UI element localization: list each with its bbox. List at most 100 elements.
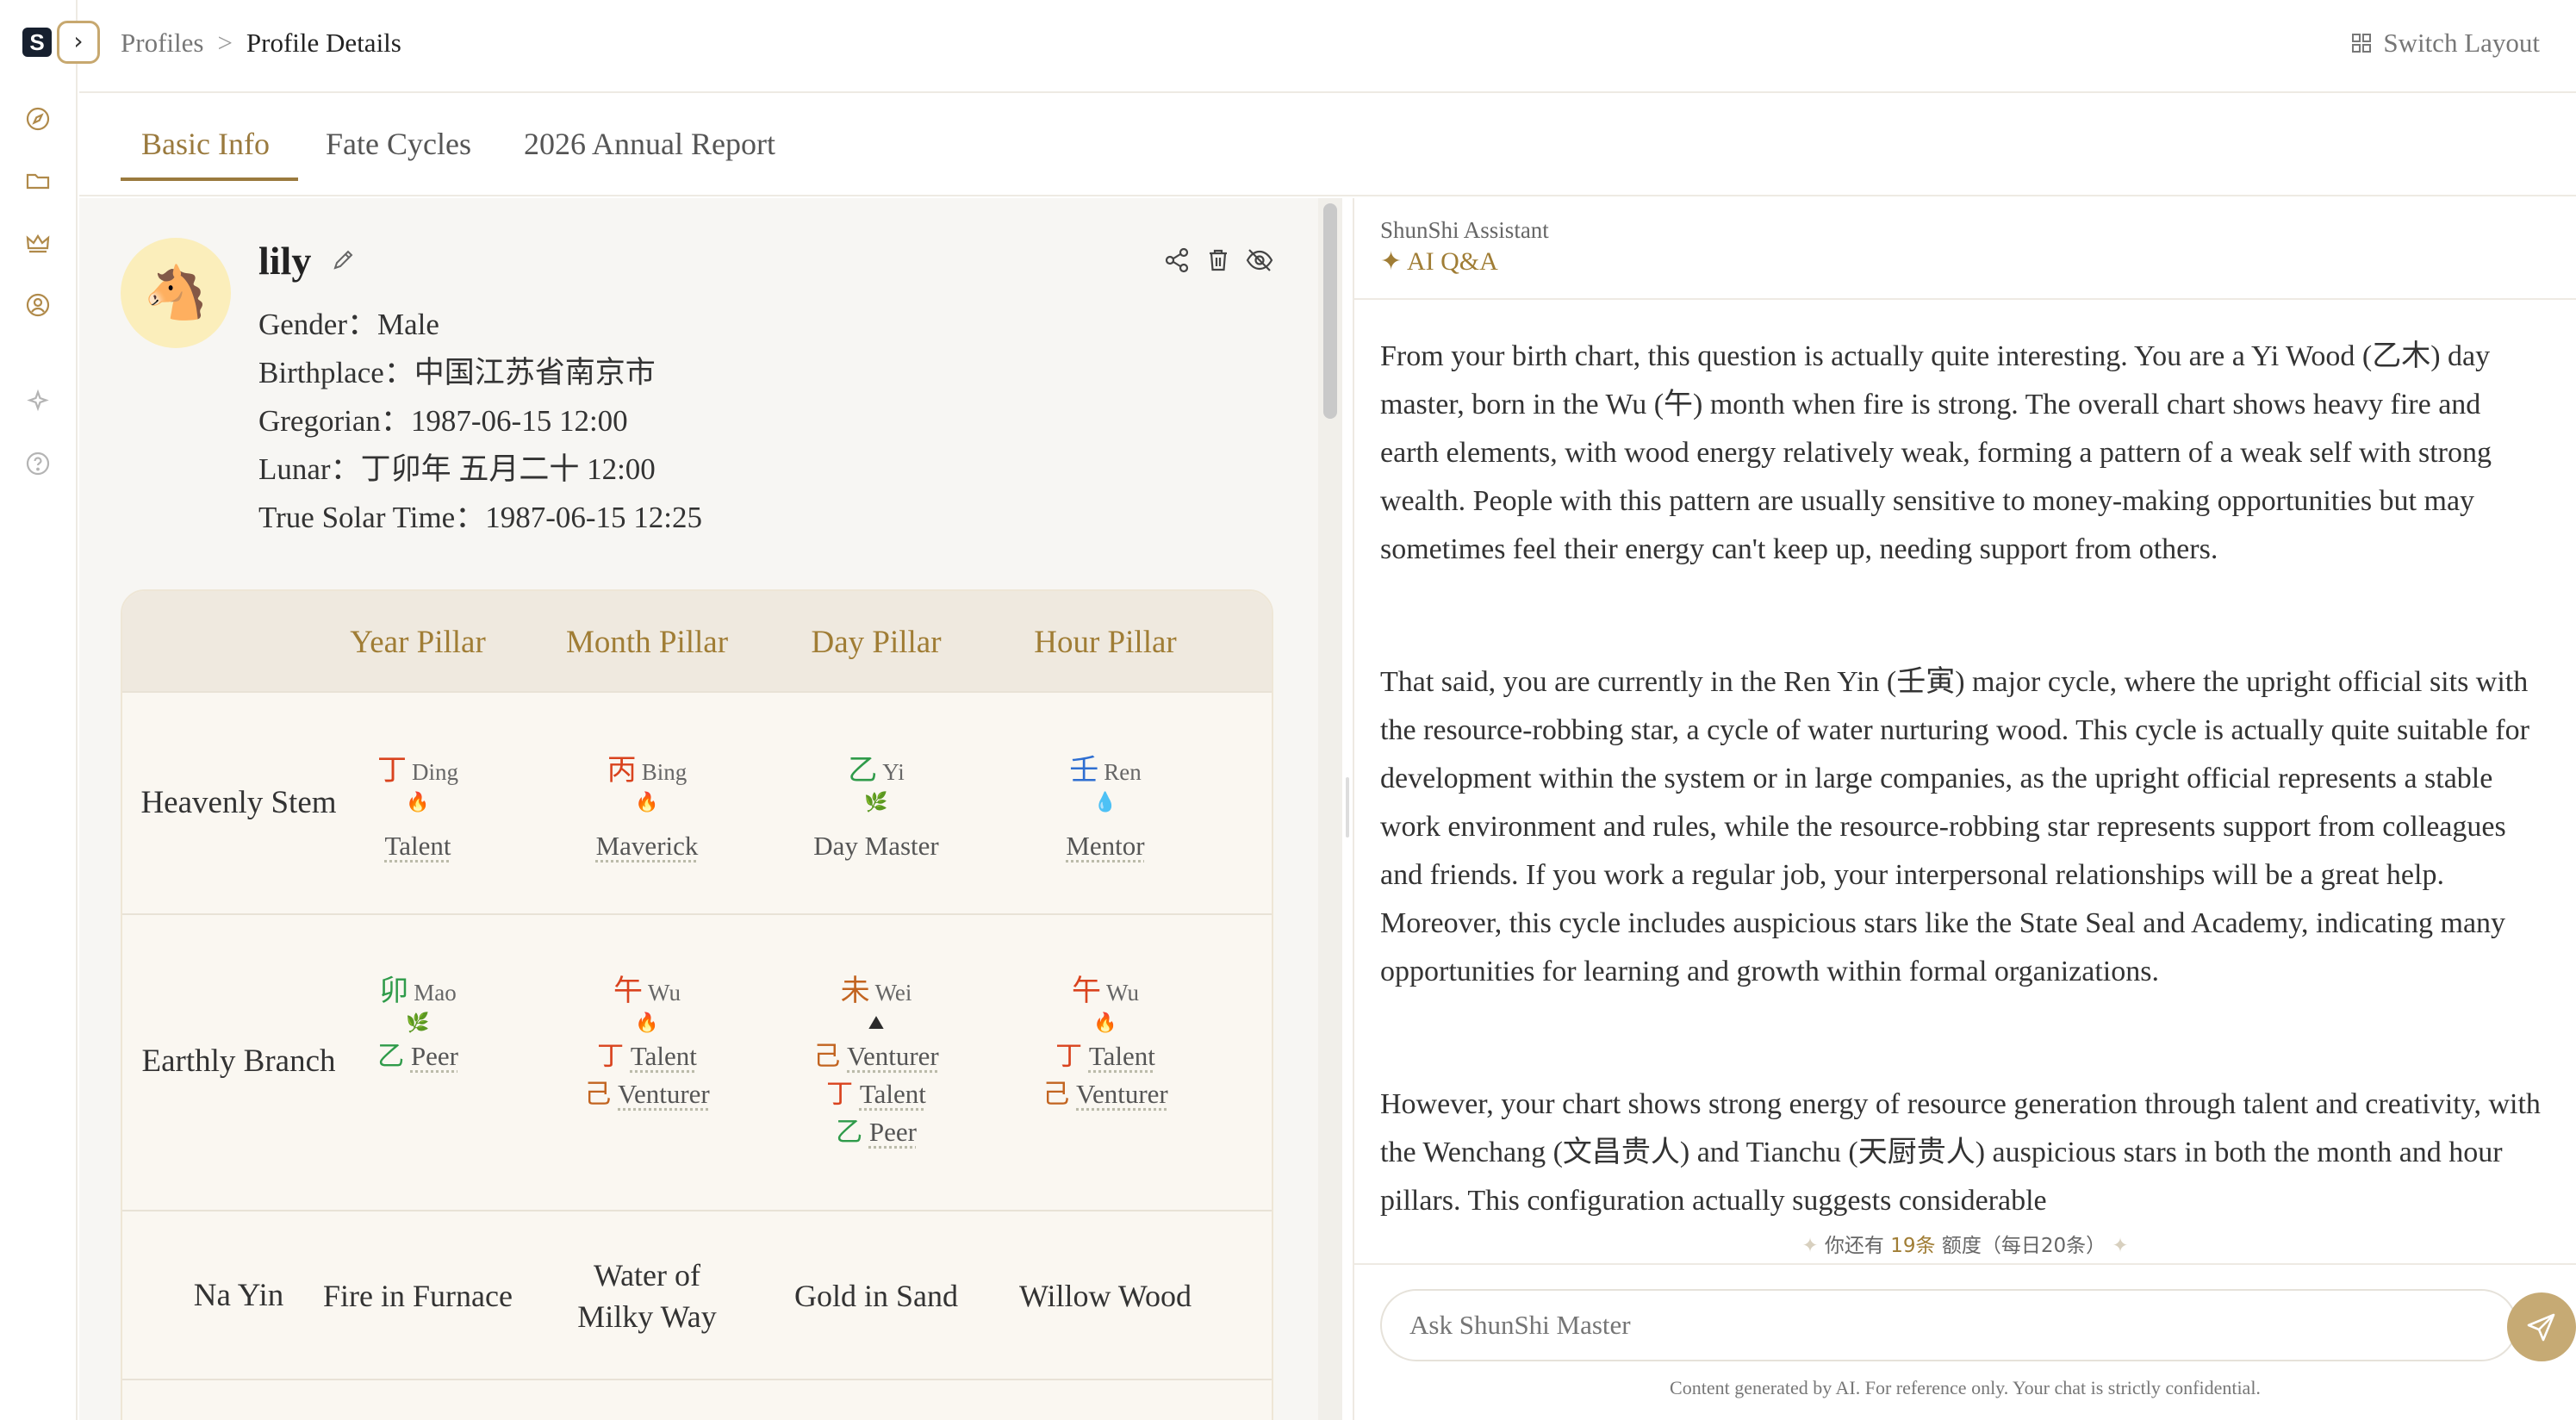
hidden-stem-god: Peer [868,1117,917,1147]
na-yin-row: Na Yin Fire in Furnace Water of Milky Wa… [122,1210,1272,1379]
breadcrumb-current: Profile Details [246,28,401,58]
ai-chat-panel: ShunShi Assistant ✦ AI Q&A From your bir… [1354,198,2576,1420]
switch-layout-button[interactable]: Switch Layout [2350,28,2540,59]
stem-char: 丁 [377,755,407,787]
breadcrumb-separator: > [217,28,233,58]
crown-icon[interactable] [24,229,52,257]
left-rail: S [0,0,78,1420]
profile-true-solar-time: True Solar Time：1987-06-15 12:25 [258,501,703,534]
branch-cell-hour[interactable]: 午 Wu 🔥 丁 Talent 己 Venturer [991,967,1220,1113]
fire-icon: 🔥 [1093,1012,1117,1034]
ten-god-label: Mentor [1066,831,1145,861]
hidden-stem-god: Venturer [847,1041,939,1071]
app-logo[interactable]: S [22,28,52,57]
chat-header: ShunShi Assistant ✦ AI Q&A [1354,198,2576,300]
user-circle-icon[interactable] [24,291,52,319]
edit-name-icon[interactable] [329,246,357,274]
avatar: 🐴 [121,238,231,348]
trash-icon[interactable] [1203,245,1234,276]
hidden-stem-god: Talent [859,1079,926,1109]
stem-char: 丙 [607,755,637,787]
ai-disclaimer: Content generated by AI. For reference o… [1670,1377,2261,1398]
send-button[interactable] [2507,1292,2576,1361]
expand-sidebar-button[interactable]: › [57,21,100,64]
stem-pinyin: Ren [1104,759,1142,785]
tab-bar: Basic Info Fate Cycles 2026 Annual Repor… [79,93,2576,196]
branch-char: 未 [840,975,870,1007]
tab-annual-report[interactable]: 2026 Annual Report [524,126,775,162]
ten-god-label: Maverick [595,831,699,861]
hidden-stem-char: 丁 [826,1079,854,1109]
chat-input[interactable] [1380,1289,2517,1361]
hidden-stem-char: 乙 [377,1041,405,1071]
profile-gregorian: Gregorian：1987-06-15 12:00 [258,404,628,438]
branch-pinyin: Mao [414,980,457,1006]
share-icon[interactable] [1161,245,1192,276]
profile-gender: Gender：Male [258,308,439,341]
grid-icon [2352,34,2372,53]
fire-icon: 🔥 [635,1012,659,1034]
water-drop-icon: 💧 [1093,792,1117,813]
hour-pillar-header: Hour Pillar [1034,625,1177,660]
stem-cell-month[interactable]: 丙 Bing 🔥 Maverick [532,746,762,862]
switch-layout-label: Switch Layout [2383,28,2540,58]
fire-icon: 🔥 [406,792,430,813]
compass-icon[interactable] [24,105,52,133]
branch-pinyin: Wei [874,980,912,1006]
branch-cell-month[interactable]: 午 Wu 🔥 丁 Talent 己 Venturer [532,967,762,1113]
ten-god-label: Talent [384,831,451,861]
resize-grip[interactable] [1346,777,1349,838]
stem-pinyin: Yi [882,759,905,785]
scrollbar-thumb[interactable] [1323,203,1337,419]
leaf-icon: 🌿 [406,1012,430,1034]
chat-paragraph-3: However, your chart shows strong energy … [1380,1088,2541,1217]
left-panel-scrollbar[interactable] [1318,198,1342,1420]
branch-cell-year[interactable]: 卯 Mao 🌿 乙 Peer [303,967,532,1075]
eye-off-icon[interactable] [1244,245,1275,276]
top-header: Profiles > Profile Details Switch Layout [79,0,2576,93]
hidden-stem-char: 己 [1042,1079,1070,1109]
hidden-stem-god: Venturer [1076,1079,1168,1109]
branch-cell-day[interactable]: 未 Wei ⛰ 己 Venturer 丁 Talent 乙 Peer [762,967,991,1151]
tab-basic-info[interactable]: Basic Info [141,126,270,162]
chat-paragraph-1: From your birth chart, this question is … [1380,340,2492,565]
stem-pinyin: Bing [641,759,688,785]
nayin-hour: Willow Wood [1019,1279,1192,1313]
hidden-stem-char: 己 [813,1041,841,1071]
leaf-icon: 🌿 [864,792,888,813]
mountain-icon: ⛰ [868,1012,885,1034]
assistant-name: ShunShi Assistant [1380,217,1549,243]
breadcrumb: Profiles > Profile Details [121,28,401,59]
year-pillar-header: Year Pillar [350,625,486,660]
folder-icon[interactable] [24,167,52,195]
sparkle-icon[interactable] [24,388,52,415]
chat-paragraph-2: That said, you are currently in the Ren … [1380,666,2529,987]
nayin-day: Gold in Sand [793,1279,958,1313]
hidden-stem-god: Talent [1088,1041,1155,1071]
chat-divider [1354,1263,2576,1265]
help-icon[interactable] [24,450,52,477]
tab-fate-cycles[interactable]: Fate Cycles [326,126,471,162]
nayin-month: Water of Milky Way [577,1258,717,1334]
branch-pinyin: Wu [1106,980,1139,1006]
quota-suffix: 额度（每日20条） [1941,1235,2106,1257]
stem-cell-year[interactable]: 丁 Ding 🔥 Talent [303,746,532,862]
chat-mode-label: AI Q&A [1406,247,1498,276]
breadcrumb-profiles[interactable]: Profiles [121,28,203,58]
stem-cell-hour[interactable]: 壬 Ren 💧 Mentor [991,746,1220,862]
panel-resize-handle[interactable] [1342,198,1354,1420]
fire-icon: 🔥 [635,792,659,813]
next-row [122,1379,1272,1420]
hidden-stem-char: 己 [584,1079,612,1109]
profile-lunar: Lunar：丁卯年 五月二十 12:00 [258,452,656,486]
hidden-stem-char: 丁 [1055,1041,1083,1071]
stem-cell-day[interactable]: 乙 Yi 🌿 Day Master [762,746,991,862]
profile-name: lily [258,239,312,283]
hidden-stem-god: Peer [410,1041,458,1071]
hidden-stem-char: 乙 [836,1117,863,1147]
stem-char: 乙 [848,755,878,787]
stem-char: 壬 [1069,755,1099,787]
branch-char: 卯 [379,975,409,1007]
day-pillar-header: Day Pillar [811,625,942,660]
chat-mode: ✦ AI Q&A [1380,246,1498,277]
